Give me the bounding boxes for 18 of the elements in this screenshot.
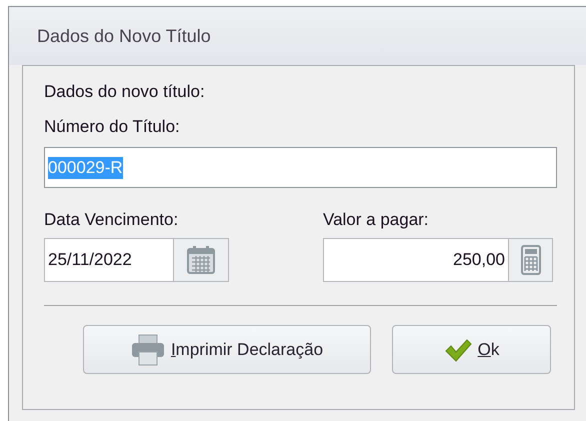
calculator-button[interactable]	[509, 238, 553, 282]
printer-icon	[130, 334, 165, 366]
amount-field[interactable]: 250,00	[323, 238, 509, 282]
calendar-icon	[186, 245, 216, 275]
due-date-field[interactable]: 25/11/2022	[44, 238, 174, 282]
field-label: Valor a pagar:	[323, 209, 430, 231]
window-title: Dados do Novo Título	[37, 24, 211, 48]
ok-button[interactable]: Ok	[392, 325, 551, 374]
calculator-icon	[520, 245, 540, 275]
checkmark-icon	[444, 338, 472, 362]
field-label: Data Vencimento:	[44, 209, 180, 231]
section-heading: Dados do novo título:	[44, 81, 206, 103]
field-value: 250,00	[453, 249, 505, 272]
field-value: 000029-R	[48, 156, 123, 178]
calendar-button[interactable]	[174, 238, 229, 282]
print-declaration-button[interactable]: Imprimir Declaração	[83, 325, 371, 374]
field-value: 25/11/2022	[48, 249, 132, 272]
field-label: Número do Título:	[44, 116, 181, 138]
